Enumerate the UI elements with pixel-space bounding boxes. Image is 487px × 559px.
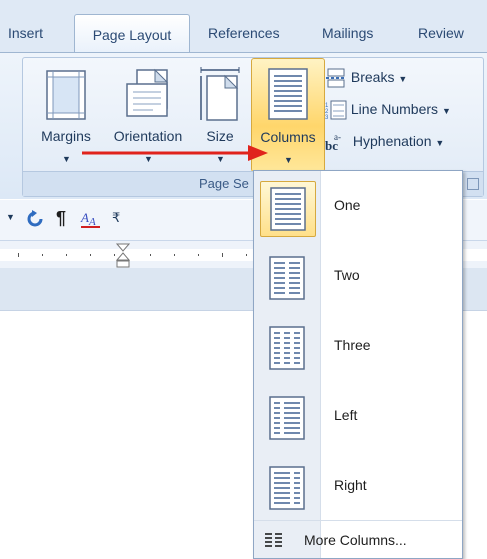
line-numbers-button[interactable]: 1 2 3 Line Numbers ▼ <box>325 98 451 121</box>
tab-insert[interactable]: Insert <box>8 22 43 44</box>
svg-text:3: 3 <box>325 115 329 120</box>
columns-option-label: Two <box>334 267 360 283</box>
dialog-launcher-icon[interactable] <box>467 178 479 190</box>
undo-icon[interactable] <box>26 209 46 229</box>
svg-text:a-: a- <box>334 132 341 142</box>
menu-separator <box>254 520 462 521</box>
text-format-icon[interactable]: A A <box>80 209 102 229</box>
three-columns-icon <box>260 321 314 375</box>
hyphenation-button[interactable]: bc a- Hyphenation ▼ <box>325 130 444 153</box>
two-columns-icon <box>260 251 314 305</box>
right-column-icon <box>260 461 314 515</box>
undo-dropdown-arrow[interactable]: ▼ <box>6 212 15 222</box>
customize-icon[interactable]: ₹ <box>112 210 120 226</box>
breaks-button[interactable]: Breaks ▼ <box>325 66 407 88</box>
columns-icon <box>268 68 308 120</box>
svg-text:A: A <box>80 210 89 225</box>
breaks-dropdown-arrow[interactable]: ▼ <box>398 74 407 84</box>
tab-page-layout[interactable]: Page Layout <box>74 14 190 53</box>
columns-option-label: One <box>334 197 361 213</box>
columns-option-right[interactable]: Right <box>254 455 462 519</box>
group-label: Page Se <box>199 176 249 191</box>
ribbon-tab-bar: Insert Page Layout References Mailings R… <box>0 0 487 53</box>
margins-dropdown-arrow[interactable]: ▼ <box>62 154 71 164</box>
margins-icon <box>46 70 86 120</box>
pilcrow-icon[interactable]: ¶ <box>56 208 66 229</box>
hyphenation-label: Hyphenation <box>352 133 432 149</box>
more-columns-item[interactable]: More Columns... <box>254 523 462 557</box>
indent-marker-icon[interactable] <box>116 243 130 269</box>
line-numbers-label: Line Numbers <box>350 101 439 117</box>
columns-dropdown-arrow[interactable]: ▼ <box>284 155 293 165</box>
columns-option-label: Left <box>334 407 358 423</box>
columns-dropdown-menu: One Two Three Left Right More Columns... <box>253 170 463 559</box>
tab-review[interactable]: Review <box>418 22 464 44</box>
more-columns-label: More Columns... <box>304 532 407 548</box>
line-numbers-dropdown-arrow[interactable]: ▼ <box>442 106 451 116</box>
hyphenation-icon: bc a- <box>325 132 341 153</box>
columns-option-one[interactable]: One <box>254 175 462 239</box>
line-numbers-icon: 1 2 3 <box>325 100 347 121</box>
one-column-icon <box>260 181 316 237</box>
columns-option-label: Three <box>334 337 371 353</box>
orientation-icon <box>126 68 169 117</box>
annotation-arrow <box>82 145 268 161</box>
columns-option-left[interactable]: Left <box>254 385 462 449</box>
left-column-icon <box>260 391 314 445</box>
tab-mailings[interactable]: Mailings <box>322 22 373 44</box>
columns-option-three[interactable]: Three <box>254 315 462 379</box>
more-columns-icon <box>265 533 282 547</box>
hyphenation-dropdown-arrow[interactable]: ▼ <box>435 138 444 148</box>
columns-option-two[interactable]: Two <box>254 245 462 309</box>
breaks-label: Breaks <box>350 69 395 85</box>
size-icon <box>200 67 240 121</box>
breaks-icon <box>326 68 346 88</box>
columns-option-label: Right <box>334 477 367 493</box>
tab-references[interactable]: References <box>208 22 280 44</box>
